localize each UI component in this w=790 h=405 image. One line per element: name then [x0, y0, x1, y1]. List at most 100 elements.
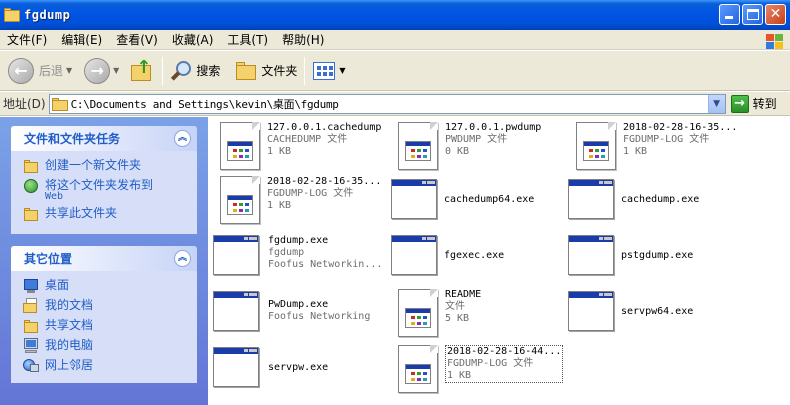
file-item[interactable]: PwDump.exe Foofus Networking — [213, 291, 370, 333]
collapse-icon[interactable]: ︽ — [174, 130, 191, 147]
close-button[interactable]: ✕ — [765, 4, 786, 25]
document-icon — [216, 122, 262, 170]
menu-view[interactable]: 查看(V) — [109, 31, 165, 49]
place-network[interactable]: 网上邻居 — [23, 358, 191, 374]
maximize-button[interactable] — [742, 4, 763, 25]
toolbar: ← 后退 ▼ → ▼ ↑ 搜索 文件夹 ▼ — [0, 51, 790, 91]
task-publish-web[interactable]: 将这个文件夹发布到 Web — [23, 178, 191, 202]
folders-button[interactable]: 文件夹 — [231, 55, 300, 87]
forward-arrow-icon: → — [84, 57, 111, 84]
task-share-folder[interactable]: 共享此文件夹 — [23, 206, 191, 222]
file-name: cachedump64.exe — [444, 194, 535, 205]
place-shared-documents[interactable]: 共享文档 — [23, 318, 191, 334]
place-my-computer[interactable]: 我的电脑 — [23, 338, 191, 354]
task-label: 创建一个新文件夹 — [45, 158, 142, 172]
file-item[interactable]: README 文件 5 KB — [394, 289, 481, 337]
document-icon — [394, 122, 440, 170]
desktop-icon — [23, 278, 39, 294]
place-label: 共享文档 — [45, 318, 94, 332]
folders-label: 文件夹 — [261, 64, 298, 78]
place-desktop[interactable]: 桌面 — [23, 278, 191, 294]
place-label: 网上邻居 — [45, 358, 94, 372]
search-button[interactable]: 搜索 — [167, 55, 223, 87]
publish-web-icon — [23, 178, 39, 194]
file-item[interactable]: 127.0.0.1.pwdump PWDUMP 文件 0 KB — [394, 122, 541, 170]
address-path: C:\Documents and Settings\kevin\桌面\fgdum… — [70, 97, 339, 111]
menu-favorites[interactable]: 收藏(A) — [165, 31, 221, 49]
place-label: 我的文档 — [45, 298, 94, 312]
up-folder-icon: ↑ — [129, 58, 155, 84]
minimize-button[interactable] — [719, 4, 740, 25]
maximize-icon — [747, 9, 759, 20]
file-item[interactable]: cachedump64.exe — [391, 179, 534, 221]
folder-icon — [51, 97, 68, 111]
views-icon — [312, 60, 336, 82]
chevron-down-icon: ▼ — [113, 66, 120, 75]
document-icon — [216, 176, 262, 224]
menu-tools[interactable]: 工具(T) — [220, 31, 275, 49]
document-icon — [572, 122, 618, 170]
back-arrow-icon: ← — [8, 57, 34, 84]
menu-file[interactable]: 文件(F) — [0, 31, 54, 49]
chevron-down-icon[interactable]: ▼ — [707, 94, 725, 113]
back-label: 后退 — [39, 64, 64, 78]
task-label: 共享此文件夹 — [45, 206, 118, 220]
forward-button[interactable]: → ▼ — [81, 55, 122, 87]
file-folder-tasks-header[interactable]: 文件和文件夹任务 ︽ — [11, 126, 197, 151]
address-label: 地址(D) — [3, 97, 46, 111]
application-icon — [391, 235, 439, 277]
search-label: 搜索 — [196, 64, 221, 78]
file-item[interactable]: 2018-02-28-16-35... FGDUMP-LOG 文件 1 KB — [216, 176, 381, 224]
menu-edit[interactable]: 编辑(E) — [54, 31, 109, 49]
application-icon — [568, 179, 616, 221]
my-documents-icon — [23, 298, 39, 314]
collapse-icon[interactable]: ︽ — [174, 250, 191, 267]
task-label: 将这个文件夹发布到 — [45, 178, 154, 192]
back-button[interactable]: ← 后退 ▼ — [5, 55, 75, 87]
file-item[interactable]: servpw.exe — [213, 347, 328, 389]
other-places-title: 其它位置 — [24, 252, 73, 266]
address-input[interactable]: C:\Documents and Settings\kevin\桌面\fgdum… — [48, 93, 726, 114]
file-item[interactable]: servpw64.exe — [568, 291, 693, 333]
file-item-selected[interactable]: 2018-02-28-16-44... FGDUMP-LOG 文件 1 KB — [394, 345, 564, 393]
views-button[interactable]: ▼ — [309, 55, 348, 87]
file-item[interactable]: cachedump.exe — [568, 179, 699, 221]
my-computer-icon — [23, 338, 39, 354]
file-item[interactable]: fgexec.exe — [391, 235, 504, 277]
file-company: Foofus Networkin... — [268, 259, 383, 270]
file-size: 1 KB — [623, 146, 648, 157]
go-button[interactable]: → 转到 — [730, 94, 777, 113]
task-sublabel: Web — [45, 191, 64, 202]
place-my-documents[interactable]: 我的文档 — [23, 298, 191, 314]
application-icon — [213, 235, 261, 277]
application-icon — [213, 291, 261, 333]
file-size: 5 KB — [445, 313, 470, 324]
file-type: 文件 — [445, 301, 465, 312]
toolbar-divider — [304, 56, 306, 85]
title-bar[interactable]: fgdump ✕ — [0, 0, 790, 30]
file-item[interactable]: fgdump.exe fgdump Foofus Networkin... — [213, 235, 382, 277]
file-list-view[interactable]: 127.0.0.1.cachedump CACHEDUMP 文件 1 KB 127.… — [208, 117, 790, 405]
windows-logo-icon — [758, 31, 788, 51]
chevron-down-icon: ▼ — [66, 66, 73, 75]
file-type: PWDUMP 文件 — [445, 134, 508, 145]
file-folder-tasks-title: 文件和文件夹任务 — [24, 132, 121, 146]
file-item[interactable]: pstgdump.exe — [568, 235, 693, 277]
close-icon: ✕ — [769, 6, 782, 22]
minimize-icon — [725, 16, 733, 19]
other-places-header[interactable]: 其它位置 ︽ — [11, 246, 197, 271]
file-size: 1 KB — [267, 146, 292, 157]
up-folder-button[interactable]: ↑ — [126, 55, 158, 87]
place-label: 桌面 — [45, 278, 70, 292]
menu-help[interactable]: 帮助(H) — [275, 31, 331, 49]
address-bar: 地址(D) C:\Documents and Settings\kevin\桌面… — [0, 92, 790, 116]
go-label: 转到 — [752, 97, 777, 111]
file-item[interactable]: 2018-02-28-16-35... FGDUMP-LOG 文件 1 KB — [572, 122, 737, 170]
application-icon — [391, 179, 439, 221]
file-name: servpw64.exe — [621, 306, 694, 317]
file-description: fgdump — [268, 247, 305, 258]
task-new-folder[interactable]: 创建一个新文件夹 — [23, 158, 191, 174]
file-item[interactable]: 127.0.0.1.cachedump CACHEDUMP 文件 1 KB — [216, 122, 381, 170]
window-title: fgdump — [24, 8, 71, 22]
task-pane: 文件和文件夹任务 ︽ 创建一个新文件夹 将这个文件夹发布到 Web 共享此文件夹 … — [0, 117, 208, 405]
